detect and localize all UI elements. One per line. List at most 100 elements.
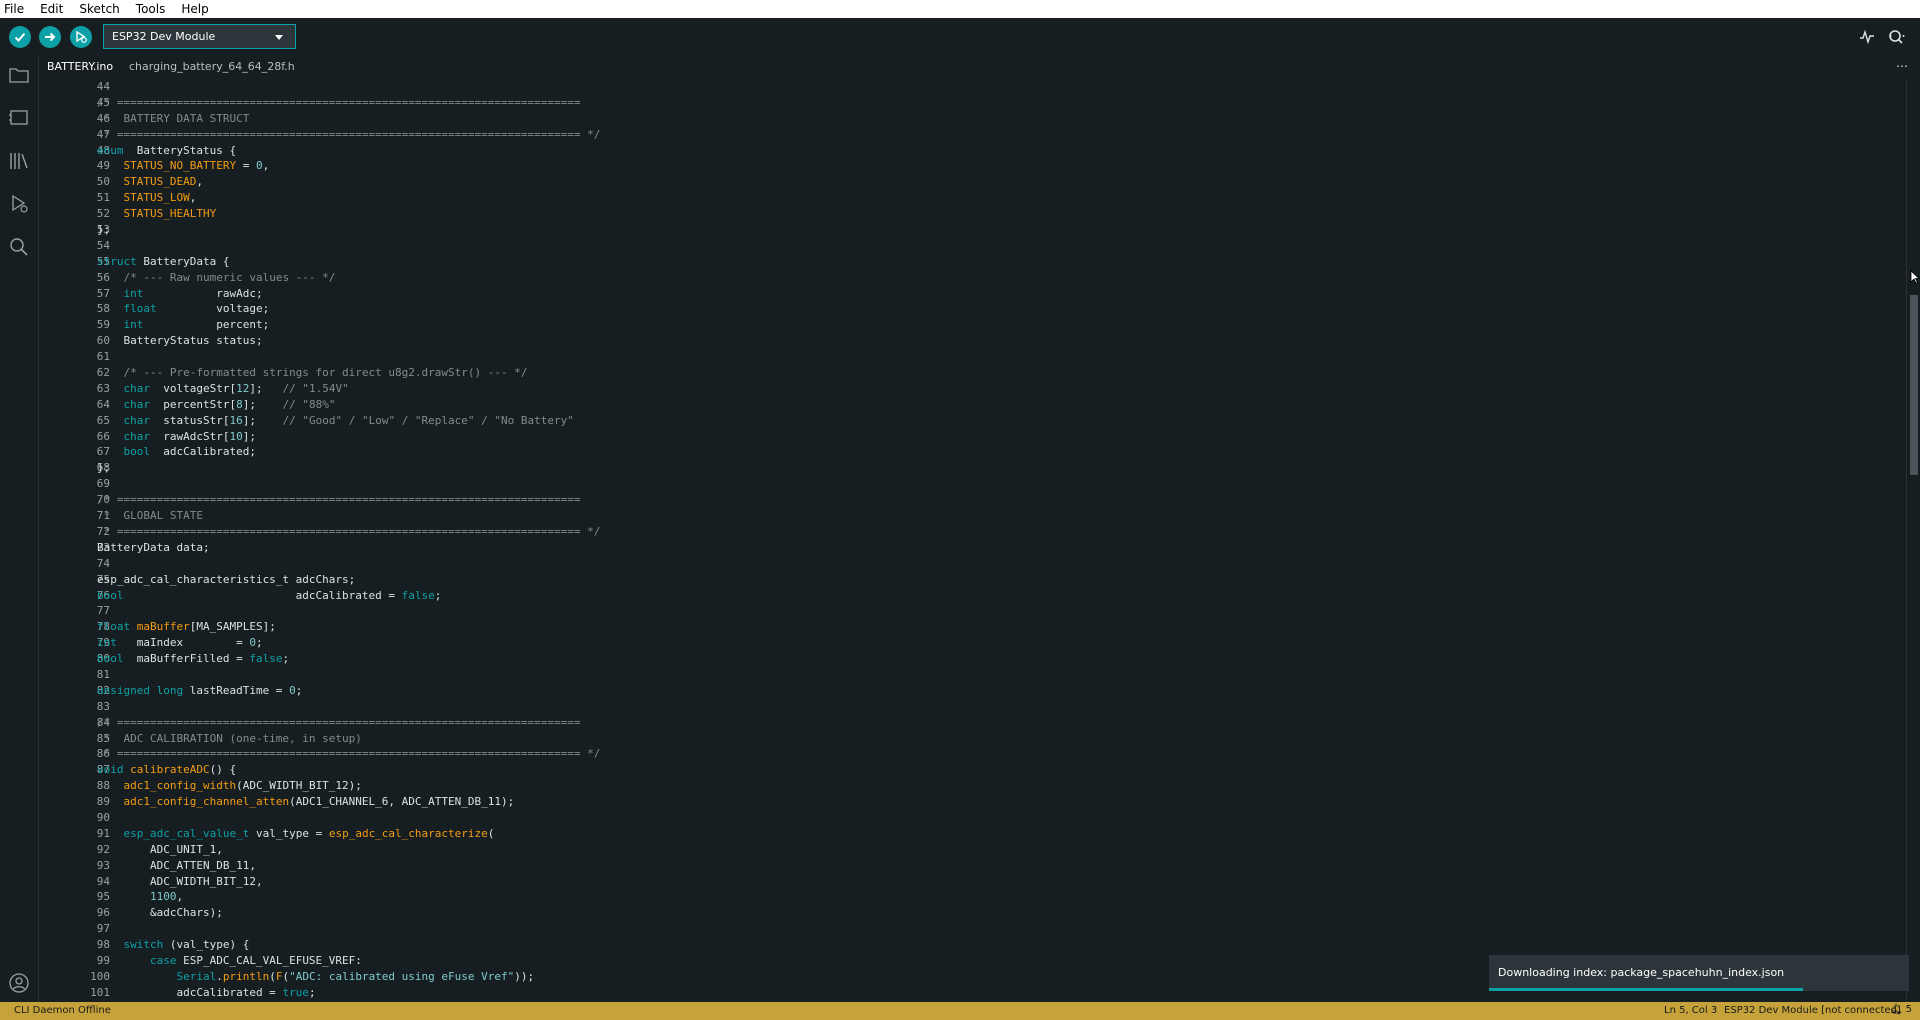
- code-line[interactable]: 55 struct BatteryData {: [39, 254, 1899, 270]
- code-token: ];: [242, 429, 256, 443]
- code-line[interactable]: 52 STATUS_HEALTHY: [39, 206, 1899, 222]
- code-line[interactable]: 78 float maBuffer[MA_SAMPLES];: [39, 619, 1899, 635]
- library-manager-button[interactable]: [8, 150, 30, 172]
- code-line[interactable]: 81: [39, 667, 1899, 683]
- menu-edit[interactable]: Edit: [32, 0, 71, 18]
- code-line[interactable]: 67 bool adcCalibrated;: [39, 444, 1899, 460]
- code-line[interactable]: 66 char rawAdcStr[10];: [39, 429, 1899, 445]
- account-button[interactable]: [8, 972, 30, 994]
- board-status[interactable]: ESP32 Dev Module [not connected]: [1724, 1005, 1901, 1016]
- serial-monitor-button[interactable]: [1887, 27, 1907, 47]
- menu-file[interactable]: File: [0, 0, 32, 18]
- code-line[interactable]: 48 enum BatteryStatus {: [39, 143, 1899, 159]
- code-editor[interactable]: 44 45/* =================================…: [39, 79, 1920, 1002]
- code-line[interactable]: 88 adc1_config_width(ADC_WIDTH_BIT_12);: [39, 778, 1899, 794]
- code-line[interactable]: 65 char statusStr[16]; // "Good" / "Low"…: [39, 413, 1899, 429]
- code-line[interactable]: 72 * ===================================…: [39, 524, 1899, 540]
- code-line[interactable]: 44: [39, 79, 1899, 95]
- code-token: ADC_UNIT_1,: [97, 842, 223, 856]
- code-token: false: [249, 652, 283, 666]
- code-line[interactable]: 50 STATUS_DEAD,: [39, 174, 1899, 190]
- code-line[interactable]: 63 char voltageStr[12]; // "1.54V": [39, 381, 1899, 397]
- code-line[interactable]: 76 bool adcCalibrated = false;: [39, 588, 1899, 604]
- code-text: };: [97, 460, 110, 476]
- code-line[interactable]: 60 BatteryStatus status;: [39, 333, 1899, 349]
- code-line[interactable]: 54: [39, 238, 1899, 254]
- code-line[interactable]: 92 ADC_UNIT_1,: [39, 842, 1899, 858]
- code-line[interactable]: 83: [39, 699, 1899, 715]
- code-line[interactable]: 86 * ===================================…: [39, 746, 1899, 762]
- code-line[interactable]: 93 ADC_ATTEN_DB_11,: [39, 858, 1899, 874]
- boards-manager-button[interactable]: [8, 107, 30, 129]
- download-notification: Downloading index: package_spacehuhn_ind…: [1489, 955, 1909, 991]
- code-token: int: [97, 636, 117, 650]
- code-line[interactable]: 73 BatteryData data;: [39, 540, 1899, 556]
- debug-panel-button[interactable]: [8, 193, 30, 215]
- code-line[interactable]: 94 ADC_WIDTH_BIT_12,: [39, 874, 1899, 890]
- code-line[interactable]: 96 &adcChars);: [39, 905, 1899, 921]
- code-line[interactable]: 47 * ===================================…: [39, 127, 1899, 143]
- code-token: * ======================================…: [97, 127, 601, 141]
- tab-battery-ino[interactable]: BATTERY.ino: [47, 55, 113, 79]
- code-token: ;: [295, 683, 303, 697]
- editor-scrollbar[interactable]: [1906, 79, 1920, 1002]
- code-line[interactable]: 79 int maIndex = 0;: [39, 635, 1899, 651]
- code-line[interactable]: 75 esp_adc_cal_characteristics_t adcChars…: [39, 572, 1899, 588]
- code-line[interactable]: 85 * ADC CALIBRATION (one-time, in setup…: [39, 731, 1899, 747]
- code-line[interactable]: 53};: [39, 222, 1899, 238]
- debug-button[interactable]: [70, 26, 92, 48]
- code-line[interactable]: 58 float voltage;: [39, 301, 1899, 317]
- search-button[interactable]: [8, 236, 30, 258]
- code-line[interactable]: 64 char percentStr[8]; // "88%": [39, 397, 1899, 413]
- upload-button[interactable]: [39, 26, 61, 48]
- code-line[interactable]: 56 /* --- Raw numeric values --- */: [39, 270, 1899, 286]
- code-line[interactable]: 70/* ===================================…: [39, 492, 1899, 508]
- line-number: 83: [96, 699, 110, 713]
- code-line[interactable]: 82 unsigned long lastReadTime = 0;: [39, 683, 1899, 699]
- more-tabs-icon[interactable]: ⋯: [1896, 59, 1908, 73]
- code-line[interactable]: 51 STATUS_LOW,: [39, 190, 1899, 206]
- code-token: calibrateADC: [123, 763, 210, 777]
- sketchbook-button[interactable]: [8, 64, 30, 86]
- code-text: char rawAdcStr[10];: [97, 429, 256, 445]
- code-line[interactable]: 95 1100,: [39, 889, 1899, 905]
- code-lines: 44 45/* =================================…: [39, 79, 1899, 1001]
- notifications-indicator[interactable]: 🔔︎ 5: [1890, 1004, 1912, 1015]
- code-line[interactable]: 74: [39, 556, 1899, 572]
- code-line[interactable]: 77: [39, 603, 1899, 619]
- serial-plotter-button[interactable]: [1857, 27, 1877, 47]
- code-line[interactable]: 45/* ===================================…: [39, 95, 1899, 111]
- code-line[interactable]: 62 /* --- Pre-formatted strings for dire…: [39, 365, 1899, 381]
- code-line[interactable]: 80 bool maBufferFilled = false;: [39, 651, 1899, 667]
- code-line[interactable]: 84/* ===================================…: [39, 715, 1899, 731]
- code-line[interactable]: 59 int percent;: [39, 317, 1899, 333]
- code-line[interactable]: 89 adc1_config_channel_atten(ADC1_CHANNE…: [39, 794, 1899, 810]
- code-line[interactable]: 71 * GLOBAL STATE: [39, 508, 1899, 524]
- code-line[interactable]: 87 void calibrateADC() {: [39, 762, 1899, 778]
- verify-button[interactable]: [9, 26, 31, 48]
- code-line[interactable]: 49 STATUS_NO_BATTERY = 0,: [39, 158, 1899, 174]
- code-line[interactable]: 68};: [39, 460, 1899, 476]
- code-line[interactable]: 98 switch (val_type) {: [39, 937, 1899, 953]
- code-line[interactable]: 46 * BATTERY DATA STRUCT: [39, 111, 1899, 127]
- tab-charging-battery-h[interactable]: charging_battery_64_64_28f.h: [129, 55, 295, 79]
- menu-tools[interactable]: Tools: [128, 0, 174, 18]
- code-line[interactable]: 91 esp_adc_cal_value_t val_type = esp_ad…: [39, 826, 1899, 842]
- code-token: };: [97, 223, 111, 237]
- menu-sketch[interactable]: Sketch: [71, 0, 127, 18]
- code-line[interactable]: 57 int rawAdc;: [39, 286, 1899, 302]
- code-token: maBufferFilled =: [123, 652, 250, 666]
- board-selector[interactable]: ESP32 Dev Module: [103, 24, 296, 49]
- code-text: void calibrateADC() {: [97, 762, 236, 778]
- code-line[interactable]: 69: [39, 476, 1899, 492]
- scrollbar-thumb[interactable]: [1910, 295, 1918, 475]
- code-token: /* --- Raw numeric values --- */: [123, 270, 336, 284]
- code-line[interactable]: 90: [39, 810, 1899, 826]
- menu-help[interactable]: Help: [173, 0, 216, 18]
- cursor-position[interactable]: Ln 5, Col 3: [1664, 1005, 1717, 1016]
- code-line[interactable]: 61: [39, 349, 1899, 365]
- code-text: STATUS_LOW,: [97, 190, 197, 206]
- code-line[interactable]: 97: [39, 921, 1899, 937]
- code-token: STATUS_NO_BATTERY: [123, 159, 237, 173]
